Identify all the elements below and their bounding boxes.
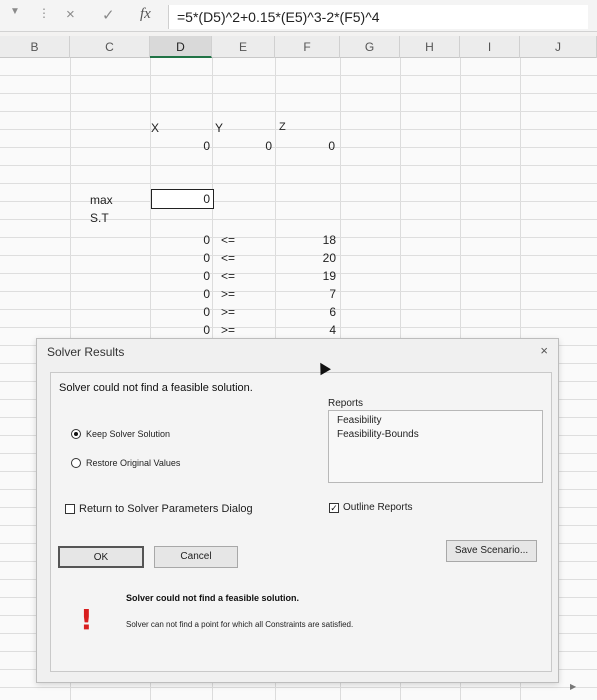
- constraint-lhs[interactable]: 0: [150, 233, 210, 247]
- constraint-lhs[interactable]: 0: [150, 323, 210, 337]
- keep-solution-radio[interactable]: Keep Solver Solution: [71, 429, 170, 439]
- cancel-entry-icon[interactable]: ×: [66, 6, 75, 23]
- reports-listbox[interactable]: Feasibility Feasibility-Bounds: [328, 410, 543, 483]
- close-icon[interactable]: ×: [540, 343, 548, 358]
- formula-bar: ▼ ⋮ × ✓ fx =5*(D5)^2+0.15*(E5)^3-2*(F5)^…: [0, 0, 597, 32]
- report-item-feasibility[interactable]: Feasibility: [337, 414, 534, 428]
- constraint-operator[interactable]: >=: [221, 323, 235, 337]
- var-header-x[interactable]: X: [151, 121, 159, 135]
- formula-input[interactable]: =5*(D5)^2+0.15*(E5)^3-2*(F5)^4: [168, 5, 588, 29]
- column-header-b[interactable]: B: [0, 36, 70, 58]
- dialog-title: Solver Results: [47, 345, 125, 359]
- column-header-h[interactable]: H: [400, 36, 460, 58]
- constraint-lhs[interactable]: 0: [150, 251, 210, 265]
- radio-selected-icon: [71, 429, 81, 439]
- more-options-icon[interactable]: ⋮: [38, 6, 50, 20]
- column-header-c[interactable]: C: [70, 36, 150, 58]
- st-label[interactable]: S.T: [90, 211, 109, 225]
- solver-results-dialog: Solver Results × Solver could not find a…: [36, 338, 559, 683]
- confirm-entry-icon[interactable]: ✓: [102, 6, 115, 24]
- column-header-f[interactable]: F: [275, 36, 340, 58]
- ok-button[interactable]: OK: [58, 546, 144, 568]
- max-label[interactable]: max: [90, 193, 113, 207]
- constraint-rhs[interactable]: 7: [275, 287, 336, 301]
- constraint-rhs[interactable]: 18: [275, 233, 336, 247]
- constraint-lhs[interactable]: 0: [150, 269, 210, 283]
- constraint-lhs[interactable]: 0: [150, 305, 210, 319]
- constraint-operator[interactable]: <=: [221, 251, 235, 265]
- radio-unselected-icon: [71, 458, 81, 468]
- constraint-operator[interactable]: <=: [221, 233, 235, 247]
- cancel-button[interactable]: Cancel: [154, 546, 238, 568]
- scroll-right-icon[interactable]: ▶: [570, 682, 584, 696]
- report-item-feasibility-bounds[interactable]: Feasibility-Bounds: [337, 428, 534, 442]
- outline-reports-label: Outline Reports: [343, 502, 413, 513]
- var-header-z[interactable]: Z: [279, 121, 286, 133]
- dropdown-arrow-icon[interactable]: ▼: [10, 6, 20, 17]
- var-value-x[interactable]: 0: [150, 139, 210, 153]
- keep-solution-label: Keep Solver Solution: [86, 429, 171, 439]
- column-header-d[interactable]: D: [150, 36, 212, 58]
- var-value-y[interactable]: 0: [212, 139, 272, 153]
- constraint-lhs[interactable]: 0: [150, 287, 210, 301]
- constraint-operator[interactable]: >=: [221, 287, 235, 301]
- objective-cell[interactable]: 0: [151, 189, 214, 209]
- constraint-operator[interactable]: >=: [221, 305, 235, 319]
- return-to-parameters-label: Return to Solver Parameters Dialog: [79, 503, 253, 515]
- column-header-i[interactable]: I: [460, 36, 520, 58]
- return-to-parameters-checkbox[interactable]: Return to Solver Parameters Dialog: [65, 503, 253, 515]
- restore-values-label: Restore Original Values: [86, 458, 181, 468]
- footer-detail: Solver can not find a point for which al…: [126, 620, 354, 629]
- var-header-y[interactable]: Y: [215, 121, 223, 135]
- outline-reports-checkbox[interactable]: ✓ Outline Reports: [329, 502, 412, 513]
- status-message: Solver could not find a feasible solutio…: [59, 382, 253, 394]
- restore-values-radio[interactable]: Restore Original Values: [71, 458, 180, 468]
- constraint-operator[interactable]: <=: [221, 269, 235, 283]
- footer-heading: Solver could not find a feasible solutio…: [126, 593, 300, 603]
- save-scenario-button[interactable]: Save Scenario...: [446, 540, 537, 562]
- column-header-e[interactable]: E: [212, 36, 275, 58]
- var-value-z[interactable]: 0: [275, 139, 335, 153]
- constraint-rhs[interactable]: 6: [275, 305, 336, 319]
- reports-label: Reports: [328, 398, 364, 409]
- checkbox-checked-icon: ✓: [329, 502, 339, 513]
- constraint-rhs[interactable]: 19: [275, 269, 336, 283]
- constraint-rhs[interactable]: 20: [275, 251, 336, 265]
- objective-value: 0: [203, 192, 210, 206]
- column-header-g[interactable]: G: [340, 36, 400, 58]
- column-headers: B C D E F G H I J: [0, 36, 597, 58]
- checkbox-unchecked-icon: [65, 504, 75, 514]
- insert-function-icon[interactable]: fx: [140, 6, 151, 23]
- column-header-j[interactable]: J: [520, 36, 597, 58]
- constraint-rhs[interactable]: 4: [275, 323, 336, 337]
- warning-icon: !: [80, 603, 93, 636]
